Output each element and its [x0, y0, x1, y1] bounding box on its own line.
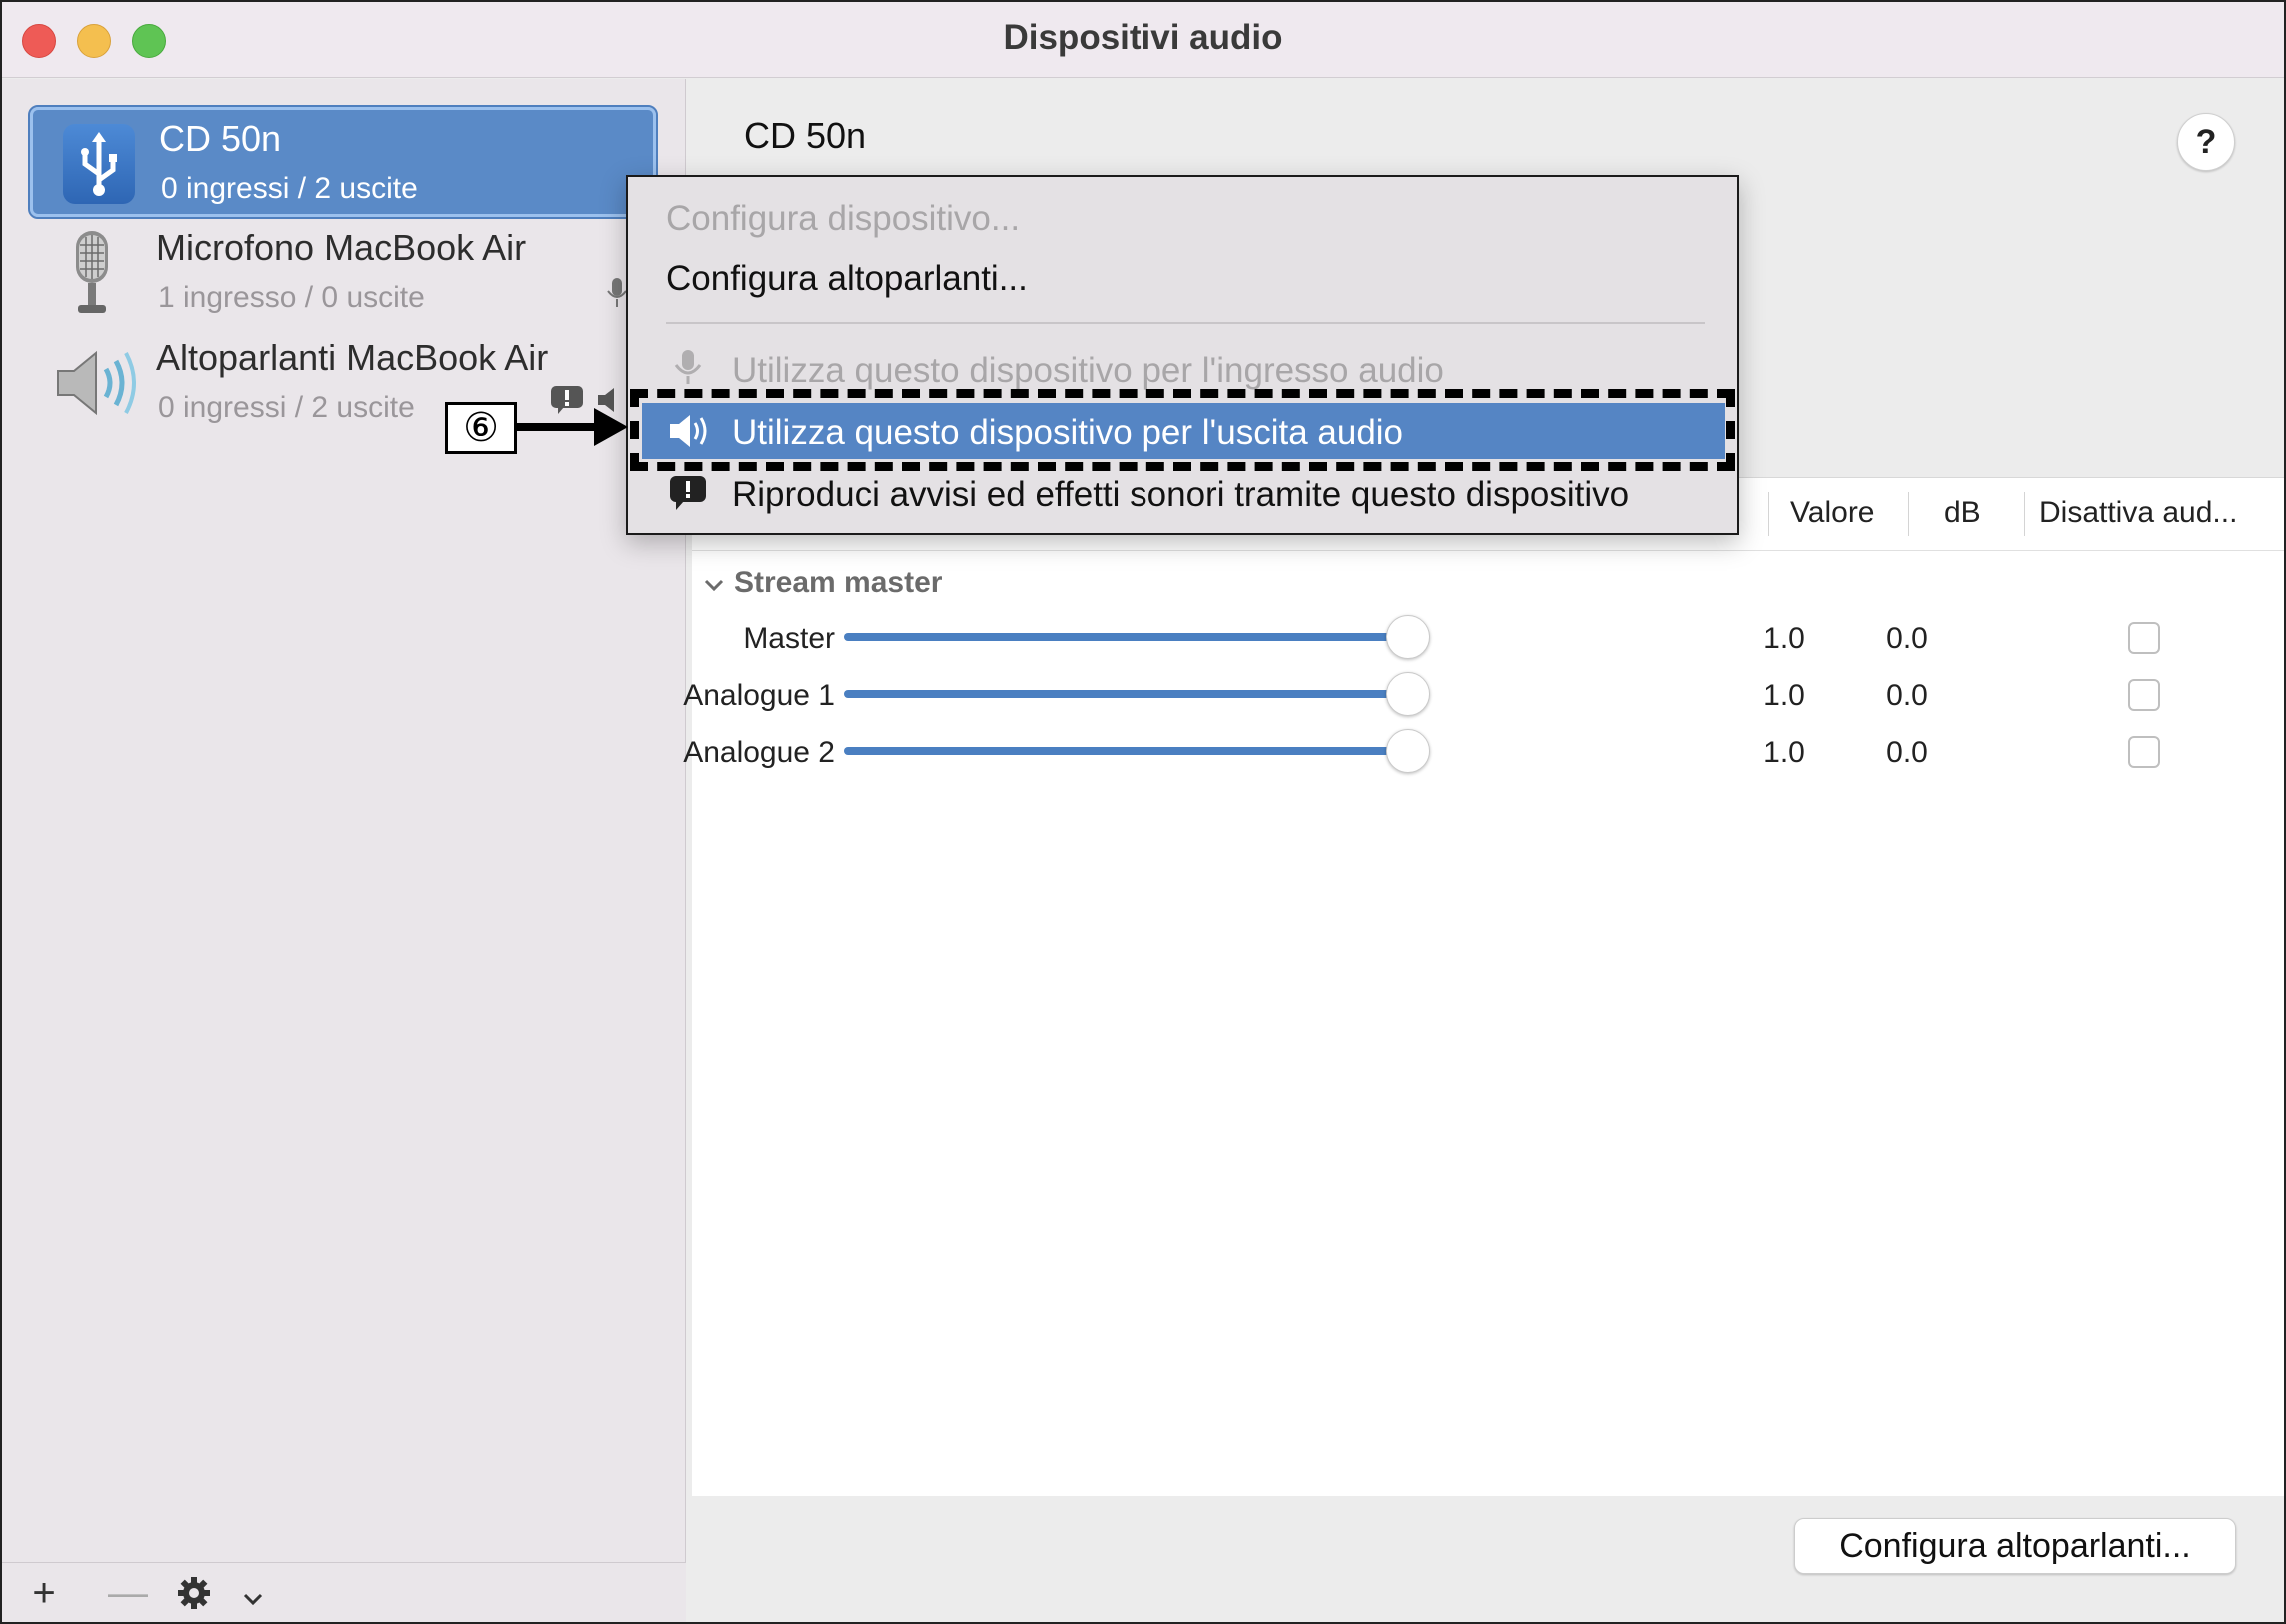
- speaker-icon: [52, 345, 142, 421]
- step-number-badge: ⑥: [445, 402, 517, 454]
- channel-value: 1.0: [1763, 622, 1805, 655]
- chevron-down-icon[interactable]: [238, 1571, 268, 1615]
- chevron-down-icon: [704, 579, 724, 592]
- add-device-button[interactable]: +: [22, 1571, 66, 1615]
- device-context-menu: Configura dispositivo... Configura altop…: [626, 175, 1739, 535]
- channel-db: 0.0: [1886, 679, 1928, 712]
- volume-slider-knob[interactable]: [1386, 672, 1430, 716]
- volume-slider-knob[interactable]: [1386, 615, 1430, 659]
- channel-db: 0.0: [1886, 622, 1928, 655]
- menu-item-use-for-input[interactable]: Utilizza questo dispositivo per l'ingres…: [732, 351, 1444, 391]
- device-name: CD 50n: [159, 118, 282, 159]
- usb-icon: [63, 124, 135, 204]
- help-button[interactable]: ?: [2177, 113, 2235, 171]
- header-divider: [692, 550, 2284, 551]
- alert-badge-icon: [550, 385, 584, 422]
- remove-device-button[interactable]: —: [106, 1571, 150, 1615]
- volume-slider-track[interactable]: [844, 690, 1403, 698]
- channel-db: 0.0: [1886, 736, 1928, 769]
- column-header-value[interactable]: Valore: [1790, 496, 1875, 530]
- annotation-arrow: [517, 423, 597, 431]
- mute-checkbox[interactable]: [2128, 622, 2160, 654]
- title-bar: Dispositivi audio: [2, 2, 2284, 78]
- device-name: Microfono MacBook Air: [156, 227, 527, 268]
- channel-value: 1.0: [1763, 679, 1805, 712]
- device-item-cd-50n[interactable]: CD 50n 0 ingressi / 2 uscite: [28, 105, 658, 219]
- gear-icon[interactable]: [172, 1571, 216, 1615]
- microphone-icon: [668, 347, 712, 387]
- configure-speakers-button[interactable]: Configura altoparlanti...: [1794, 1518, 2236, 1574]
- highlight-annotation-box: [630, 389, 1735, 471]
- device-io: 0 ingressi / 2 uscite: [161, 172, 418, 205]
- volume-slider-track[interactable]: [844, 747, 1403, 755]
- channel-label: Analogue 1: [683, 679, 835, 712]
- stream-master-group[interactable]: Stream master: [704, 566, 942, 600]
- volume-slider-track[interactable]: [844, 633, 1403, 641]
- channel-label: Master: [743, 622, 835, 655]
- microphone-icon: [70, 229, 114, 319]
- volume-table: Valore dB Disattiva aud... Stream master…: [683, 477, 2284, 1496]
- menu-item-configure-speakers[interactable]: Configura altoparlanti...: [666, 259, 1028, 299]
- column-header-db[interactable]: dB: [1944, 496, 1981, 530]
- annotation-arrow-head: [594, 408, 628, 446]
- channel-label: Analogue 2: [683, 736, 835, 769]
- menu-separator: [666, 322, 1705, 324]
- device-io: 0 ingressi / 2 uscite: [158, 391, 415, 424]
- alert-icon: [668, 473, 712, 513]
- audio-devices-window: Dispositivi audio CD 50n 0 ingressi / 2 …: [0, 0, 2286, 1624]
- sidebar-footer: + —: [2, 1562, 686, 1622]
- input-mic-icon: [606, 277, 628, 316]
- device-io: 1 ingresso / 0 uscite: [158, 281, 425, 314]
- column-divider: [2024, 492, 2025, 536]
- column-header-mute[interactable]: Disattiva aud...: [2039, 496, 2237, 530]
- mute-checkbox[interactable]: [2128, 679, 2160, 711]
- device-name: Altoparlanti MacBook Air: [156, 337, 549, 378]
- device-sidebar: CD 50n 0 ingressi / 2 uscite Microfono M: [2, 79, 686, 1622]
- device-title: CD 50n: [744, 115, 867, 156]
- window-title: Dispositivi audio: [1003, 18, 1283, 57]
- column-divider: [1768, 492, 1769, 536]
- mute-checkbox[interactable]: [2128, 736, 2160, 768]
- channel-value: 1.0: [1763, 736, 1805, 769]
- stream-master-label: Stream master: [734, 566, 943, 599]
- column-divider: [1908, 492, 1909, 536]
- menu-item-configure-device[interactable]: Configura dispositivo...: [666, 199, 1020, 239]
- volume-slider-knob[interactable]: [1386, 729, 1430, 773]
- device-item-microfono[interactable]: Microfono MacBook Air 1 ingresso / 0 usc…: [30, 219, 656, 329]
- menu-item-play-alerts[interactable]: Riproduci avvisi ed effetti sonori trami…: [732, 475, 1629, 515]
